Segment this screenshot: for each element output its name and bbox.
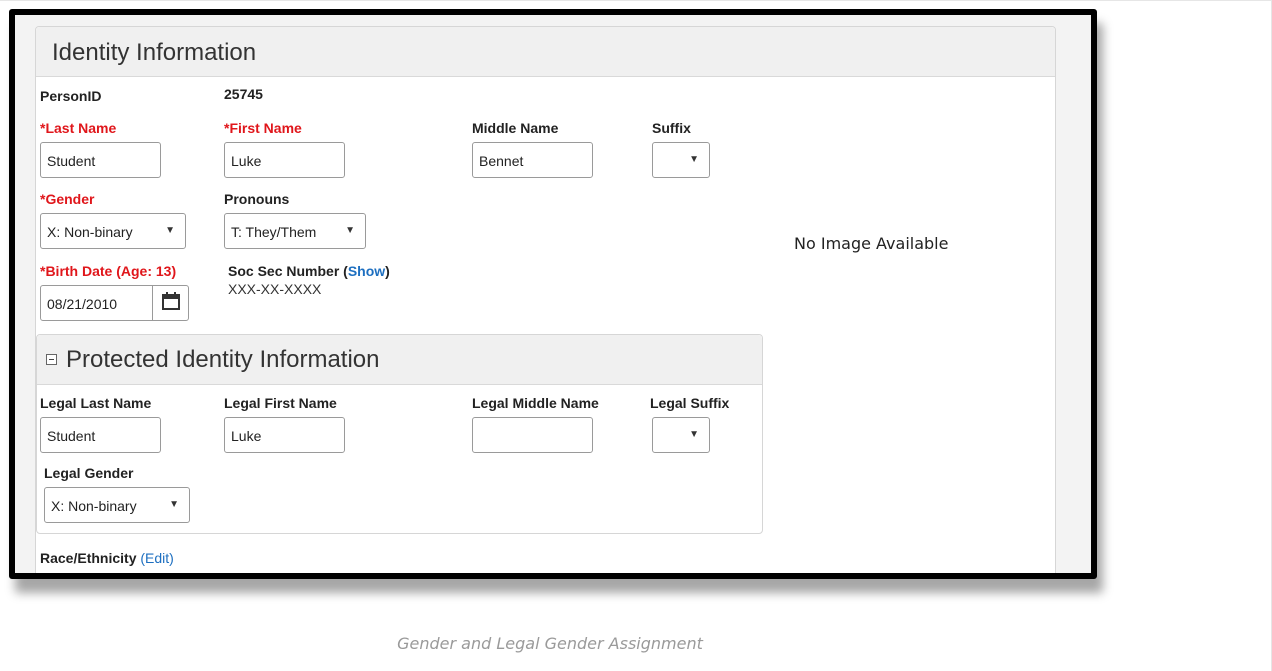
ssn-value: XXX-XX-XXXX bbox=[228, 281, 322, 297]
pronouns-label: Pronouns bbox=[224, 191, 290, 207]
identity-panel-header: Identity Information bbox=[36, 27, 1055, 77]
legal-middle-name-input[interactable] bbox=[472, 417, 593, 453]
collapse-icon[interactable] bbox=[46, 354, 57, 365]
chevron-down-icon: ▼ bbox=[345, 225, 355, 236]
chevron-down-icon: ▼ bbox=[689, 154, 699, 165]
chevron-down-icon: ▼ bbox=[165, 225, 175, 236]
chevron-down-icon: ▼ bbox=[169, 499, 179, 510]
identity-panel: Identity Information PersonID 25745 *Las… bbox=[35, 26, 1056, 573]
suffix-select[interactable]: ▼ bbox=[652, 142, 710, 178]
protected-identity-panel: Protected Identity Information Legal Las… bbox=[36, 334, 763, 534]
protected-identity-title: Protected Identity Information bbox=[66, 346, 380, 373]
gender-select[interactable]: X: Non-binary ▼ bbox=[40, 213, 186, 249]
gender-value: X: Non-binary bbox=[47, 224, 133, 240]
photo-placeholder-text: No Image Available bbox=[794, 234, 949, 253]
race-ethnicity-label: Race/Ethnicity bbox=[40, 550, 137, 566]
gender-label: *Gender bbox=[40, 191, 95, 207]
ssn-label-close: ) bbox=[385, 263, 390, 279]
birth-date-value: 08/21/2010 bbox=[47, 296, 118, 312]
legal-last-name-label: Legal Last Name bbox=[40, 395, 152, 411]
person-id-label: PersonID bbox=[40, 88, 102, 104]
legal-gender-value: X: Non-binary bbox=[51, 498, 137, 514]
first-name-label: *First Name bbox=[224, 120, 302, 136]
calendar-button[interactable] bbox=[152, 286, 188, 320]
first-name-input[interactable]: Luke bbox=[224, 142, 345, 178]
calendar-icon bbox=[162, 292, 180, 310]
birth-date-label: *Birth Date (Age: 13) bbox=[40, 263, 177, 279]
middle-name-input[interactable]: Bennet bbox=[472, 142, 593, 178]
figure-caption: Gender and Legal Gender Assignment bbox=[397, 634, 703, 653]
race-edit-close: ) bbox=[169, 550, 174, 566]
ssn-label: Soc Sec Number (Show) bbox=[228, 263, 390, 279]
last-name-label: *Last Name bbox=[40, 120, 117, 136]
chevron-down-icon: ▼ bbox=[689, 429, 699, 440]
ssn-label-text: Soc Sec Number ( bbox=[228, 263, 348, 279]
person-id-value: 25745 bbox=[224, 86, 263, 102]
birth-date-field[interactable]: 08/21/2010 bbox=[40, 285, 189, 321]
legal-first-name-label: Legal First Name bbox=[224, 395, 337, 411]
screenshot-frame: Identity Information PersonID 25745 *Las… bbox=[9, 9, 1097, 579]
suffix-label: Suffix bbox=[652, 120, 691, 136]
pronouns-value: T: They/Them bbox=[231, 224, 317, 240]
protected-identity-header[interactable]: Protected Identity Information bbox=[37, 335, 762, 385]
legal-middle-name-label: Legal Middle Name bbox=[472, 395, 599, 411]
last-name-input[interactable]: Student bbox=[40, 142, 161, 178]
pronouns-select[interactable]: T: They/Them ▼ bbox=[224, 213, 366, 249]
ssn-show-link[interactable]: Show bbox=[348, 263, 385, 279]
legal-suffix-select[interactable]: ▼ bbox=[652, 417, 710, 453]
middle-name-label: Middle Name bbox=[472, 120, 559, 136]
legal-gender-label: Legal Gender bbox=[44, 465, 134, 481]
legal-first-name-input[interactable]: Luke bbox=[224, 417, 345, 453]
legal-last-name-input[interactable]: Student bbox=[40, 417, 161, 453]
legal-gender-select[interactable]: X: Non-binary ▼ bbox=[44, 487, 190, 523]
panel-title: Identity Information bbox=[52, 39, 257, 66]
race-ethnicity-row: Race/Ethnicity (Edit) bbox=[40, 550, 174, 566]
race-edit-link[interactable]: Edit bbox=[145, 550, 169, 566]
legal-suffix-label: Legal Suffix bbox=[650, 395, 730, 411]
